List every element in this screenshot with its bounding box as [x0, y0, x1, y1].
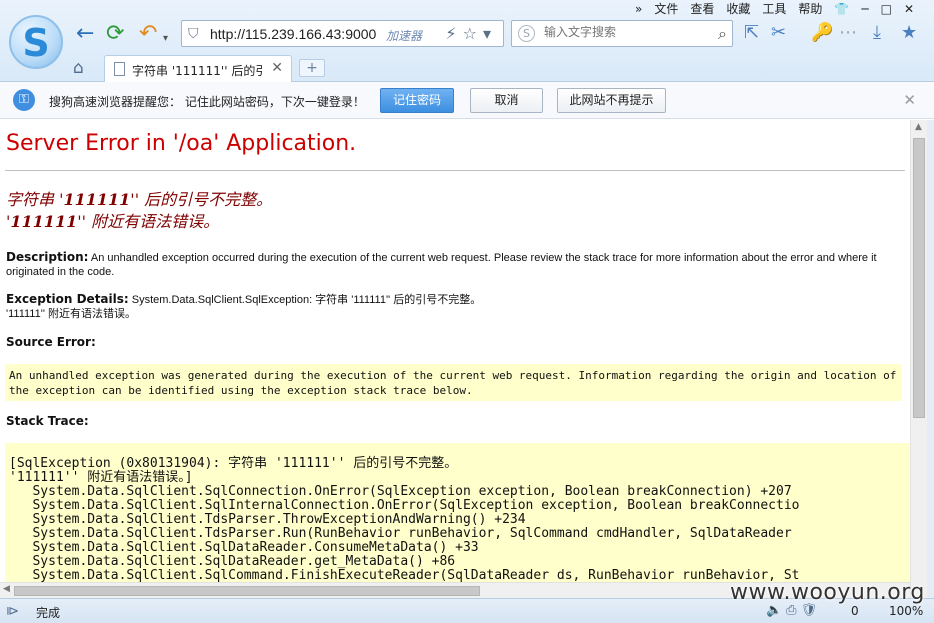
stack-line: System.Data.SqlClient.SqlDataReader.Cons… — [9, 540, 479, 555]
security-shield-icon: ⛉ — [188, 26, 199, 42]
skin-icon[interactable]: 👕 — [828, 1, 855, 17]
tab-title: 字符串 '111111'' 后的引号不完整。 — [132, 64, 264, 78]
error-line1-bold: 111111 — [63, 190, 131, 209]
address-bar-icons[interactable]: ⚡☆▾ — [445, 24, 497, 43]
stack-trace-box: [SqlException (0x80131904): 字符串 '111111'… — [5, 443, 910, 598]
browser-chrome: S » 文件 查看 收藏 工具 帮助 👕 ─ □ ✕ ← ⟳ ↶ ▾ ⛉ htt… — [0, 0, 934, 82]
scroll-up-arrow-icon[interactable]: ▲ — [915, 122, 922, 132]
stack-trace-label: Stack Trace: — [6, 414, 89, 428]
more-icon[interactable]: ⋯ — [839, 23, 857, 43]
back-icon[interactable]: ← — [76, 22, 94, 46]
favorites-star-icon[interactable]: ★ — [901, 23, 917, 43]
exception-text-line2: '111111'' 附近有语法错误。 — [6, 308, 136, 320]
scroll-left-arrow-icon[interactable]: ◀ — [3, 584, 10, 594]
undo-icon[interactable]: ↶ — [139, 22, 157, 46]
menu-help[interactable]: 帮助 — [792, 1, 828, 17]
exception-details: Exception Details: System.Data.SqlClient… — [6, 292, 901, 321]
password-key-icon: ⚿ — [13, 89, 35, 111]
search-box[interactable]: S ⌕ — [511, 20, 733, 47]
tab-active[interactable]: 字符串 '111111'' 后的引号不完整。 ✕ — [104, 55, 292, 82]
menu-favorites[interactable]: 收藏 — [720, 1, 756, 17]
exception-text: System.Data.SqlClient.SqlException: 字符串 … — [128, 294, 482, 306]
sidebar-toggle-icon[interactable]: ⧐ — [6, 604, 19, 619]
stack-line: System.Data.SqlClient.TdsParser.ThrowExc… — [9, 512, 526, 527]
status-text: 完成 — [36, 606, 61, 620]
status-icons[interactable]: 🔈⎙🛡 — [766, 603, 821, 618]
maximize-icon[interactable]: □ — [875, 1, 898, 17]
menu-bar: » 文件 查看 收藏 工具 帮助 👕 ─ □ ✕ — [629, 1, 920, 17]
notification-message: 搜狗高速浏览器提醒您： 记住此网站密码，下次一键登录！ — [49, 95, 365, 109]
never-remind-button[interactable]: 此网站不再提示 — [557, 88, 666, 113]
description-text: An unhandled exception occurred during t… — [6, 252, 877, 278]
search-input[interactable] — [544, 25, 704, 39]
accelerator-label[interactable]: 加速器 — [386, 27, 422, 44]
zoom-level[interactable]: 100% — [889, 604, 923, 618]
error-line2-bold: 111111 — [10, 212, 78, 231]
menu-file[interactable]: 文件 — [648, 1, 684, 17]
close-window-icon[interactable]: ✕ — [898, 1, 920, 17]
menu-more[interactable]: » — [629, 1, 648, 17]
home-icon[interactable]: ⌂ — [73, 58, 84, 78]
page-title: Server Error in '/oa' Application. — [6, 131, 357, 156]
download-icon[interactable]: ⤓ — [873, 23, 881, 43]
vertical-scroll-thumb[interactable] — [913, 138, 925, 418]
source-error-label: Source Error: — [6, 335, 96, 349]
stack-line: [SqlException (0x80131904): 字符串 '111111'… — [9, 456, 458, 471]
description-label: Description: — [6, 250, 89, 264]
search-icon[interactable]: ⌕ — [718, 24, 727, 44]
divider — [5, 170, 905, 171]
error-line1-suffix: '' 后的引号不完整。 — [130, 190, 273, 209]
watermark: www.wooyun.org — [730, 580, 925, 605]
page-icon — [114, 62, 125, 76]
stack-line: System.Data.SqlClient.SqlInternalConnect… — [9, 498, 800, 513]
blocked-count: 0 — [851, 604, 859, 618]
key-icon[interactable]: 🔑 — [811, 23, 833, 43]
window-right-edge — [927, 120, 934, 598]
page-content: Server Error in '/oa' Application. 字符串 '… — [0, 120, 910, 598]
stack-line: System.Data.SqlClient.SqlConnection.OnEr… — [9, 484, 792, 499]
address-bar[interactable]: ⛉ http://115.239.166.43:9000 加速器 ⚡☆▾ — [181, 20, 504, 47]
remember-password-button[interactable]: 记住密码 — [380, 88, 454, 113]
cancel-button[interactable]: 取消 — [470, 88, 543, 113]
error-line2-suffix: '' 附近有语法错误。 — [77, 212, 220, 231]
stack-line: '111111'' 附近有语法错误。] — [9, 470, 193, 485]
notification-close-icon[interactable]: ✕ — [903, 91, 916, 109]
source-error-box: An unhandled exception was generated dur… — [5, 364, 902, 401]
minimize-icon[interactable]: ─ — [855, 1, 874, 17]
error-line1-prefix: 字符串 ' — [6, 190, 64, 209]
search-engine-icon[interactable]: S — [518, 25, 535, 42]
stack-line: System.Data.SqlClient.TdsParser.Run(RunB… — [9, 526, 792, 541]
vertical-scrollbar[interactable]: ▲ — [910, 120, 927, 598]
undo-dropdown-icon[interactable]: ▾ — [163, 27, 168, 51]
new-tab-button[interactable]: + — [299, 59, 325, 77]
stack-line: System.Data.SqlClient.SqlDataReader.get_… — [9, 554, 456, 569]
share-icon[interactable]: ⇱ — [744, 23, 759, 43]
menu-view[interactable]: 查看 — [684, 1, 720, 17]
menu-tools[interactable]: 工具 — [756, 1, 792, 17]
description: Description: An unhandled exception occu… — [6, 250, 901, 279]
logo-letter: S — [22, 21, 50, 65]
password-notification-bar: ⚿ 搜狗高速浏览器提醒您： 记住此网站密码，下次一键登录！ ✕ — [0, 82, 934, 119]
tab-close-icon[interactable]: ✕ — [271, 60, 283, 76]
error-message: 字符串 '111111'' 后的引号不完整。 '111111'' 附近有语法错误… — [6, 189, 272, 233]
screenshot-scissors-icon[interactable]: ✂ — [771, 23, 786, 43]
sogou-logo[interactable]: S — [9, 15, 63, 69]
horizontal-scroll-thumb[interactable] — [14, 586, 480, 596]
refresh-icon[interactable]: ⟳ — [106, 22, 124, 46]
exception-label: Exception Details: — [6, 292, 129, 306]
address-url[interactable]: http://115.239.166.43:9000 — [210, 26, 380, 42]
